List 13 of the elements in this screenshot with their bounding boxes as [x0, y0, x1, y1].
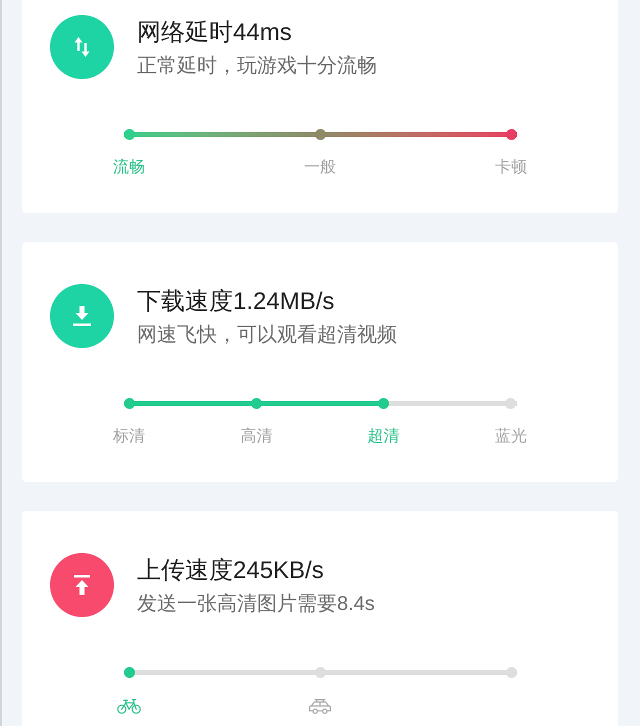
card-subtitle: 网速飞快，可以观看超清视频 — [137, 323, 397, 347]
scale-label: 高清 — [240, 426, 272, 447]
card-title: 网络延时44ms — [137, 19, 293, 47]
card-subtitle: 发送一张高清图片需要8.4s — [137, 592, 375, 616]
scale-label: 流畅 — [113, 158, 145, 178]
scale-label: 一般 — [304, 158, 336, 178]
card-title: 下载速度1.24MB/s — [137, 288, 336, 316]
scale-label: 标清 — [113, 426, 145, 447]
card-subtitle: 正常延时，玩游戏十分流畅 — [137, 54, 377, 78]
card-title: 上传速度245KB/s — [137, 557, 325, 585]
scale-label: 卡顿 — [495, 158, 527, 178]
scale-label: 蓝光 — [494, 426, 527, 447]
scale-label: 超清 — [368, 426, 400, 447]
